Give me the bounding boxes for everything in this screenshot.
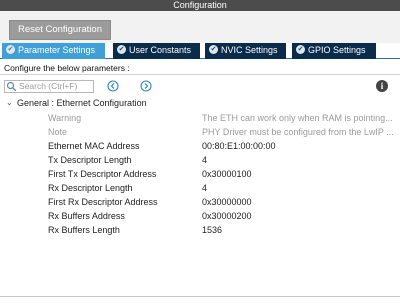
reset-configuration-button[interactable]: Reset Configuration <box>9 20 111 40</box>
group-general-ethernet[interactable]: ⌄ General : Ethernet Configuration <box>0 97 400 109</box>
param-value[interactable]: 0x30000000 <box>202 195 394 209</box>
param-name: Rx Descriptor Length <box>48 183 133 193</box>
param-row-rx-descriptor-length[interactable]: Rx Descriptor Length 4 <box>0 181 400 195</box>
param-value[interactable]: 0x30000200 <box>202 209 394 223</box>
param-name: Rx Buffers Length <box>48 225 120 235</box>
tab-label: NVIC Settings <box>221 45 278 55</box>
search-input[interactable]: Search (Ctrl+F) <box>4 80 94 93</box>
param-row-rx-buffers-length[interactable]: Rx Buffers Length 1536 <box>0 223 400 237</box>
param-value: The ETH can work only when RAM is pointi… <box>202 113 393 123</box>
panel-bottom-border <box>0 296 400 303</box>
check-circle-icon: ✔ <box>209 45 218 55</box>
tab-label: GPIO Settings <box>308 45 366 55</box>
param-row-first-rx-descriptor-address[interactable]: First Rx Descriptor Address 0x30000000 <box>0 195 400 209</box>
param-value[interactable]: 4 <box>202 181 394 195</box>
param-row-first-tx-descriptor-address[interactable]: First Tx Descriptor Address 0x30000100 <box>0 167 400 181</box>
param-value: PHY Driver must be configured from the L… <box>202 127 394 137</box>
next-result-icon[interactable] <box>140 80 152 92</box>
param-name: First Tx Descriptor Address <box>48 169 157 179</box>
group-label: General : Ethernet Configuration <box>17 98 147 108</box>
info-icon[interactable]: i <box>376 80 388 92</box>
param-name: Note <box>48 127 68 137</box>
window-title: Configuration <box>0 0 400 11</box>
tab-nvic-settings[interactable]: ✔ NVIC Settings <box>205 43 286 59</box>
param-value[interactable]: 4 <box>202 153 394 167</box>
param-row-rx-buffers-address[interactable]: Rx Buffers Address 0x30000200 <box>0 209 400 223</box>
param-value[interactable]: 00:80:E1:00:00:00 <box>202 139 394 153</box>
param-name: Ethernet MAC Address <box>48 141 140 151</box>
param-row-tx-descriptor-length[interactable]: Tx Descriptor Length 4 <box>0 153 400 167</box>
check-circle-icon: ✔ <box>296 45 305 55</box>
check-circle-icon: ✔ <box>6 45 15 55</box>
param-name: Rx Buffers Address <box>48 211 125 221</box>
chevron-down-icon[interactable]: ⌄ <box>6 97 13 109</box>
toolbar: Reset Configuration <box>0 11 400 43</box>
tab-label: User Constants <box>129 45 192 55</box>
param-name: Tx Descriptor Length <box>48 155 132 165</box>
parameters-description: Configure the below parameters : <box>0 63 400 75</box>
tab-user-constants[interactable]: ✔ User Constants <box>113 43 200 59</box>
param-value[interactable]: 1536 <box>202 223 394 237</box>
param-row-ethernet-mac-address[interactable]: Ethernet MAC Address 00:80:E1:00:00:00 <box>0 139 400 153</box>
tab-parameter-settings[interactable]: ✔ Parameter Settings <box>2 43 105 59</box>
param-row-warning[interactable]: Warning The ETH can work only when RAM i… <box>0 111 400 125</box>
param-name: Warning <box>48 113 82 123</box>
tab-gpio-settings[interactable]: ✔ GPIO Settings <box>292 43 376 59</box>
param-name: First Rx Descriptor Address <box>48 197 158 207</box>
previous-result-icon[interactable] <box>107 80 119 92</box>
param-value[interactable]: 0x30000100 <box>202 167 394 181</box>
tab-label: Parameter Settings <box>18 45 96 55</box>
param-row-note[interactable]: Note PHY Driver must be configured from … <box>0 125 400 139</box>
tab-bar: ✔ Parameter Settings ✔ User Constants ✔ NVI… <box>0 43 400 59</box>
check-circle-icon: ✔ <box>117 45 126 55</box>
